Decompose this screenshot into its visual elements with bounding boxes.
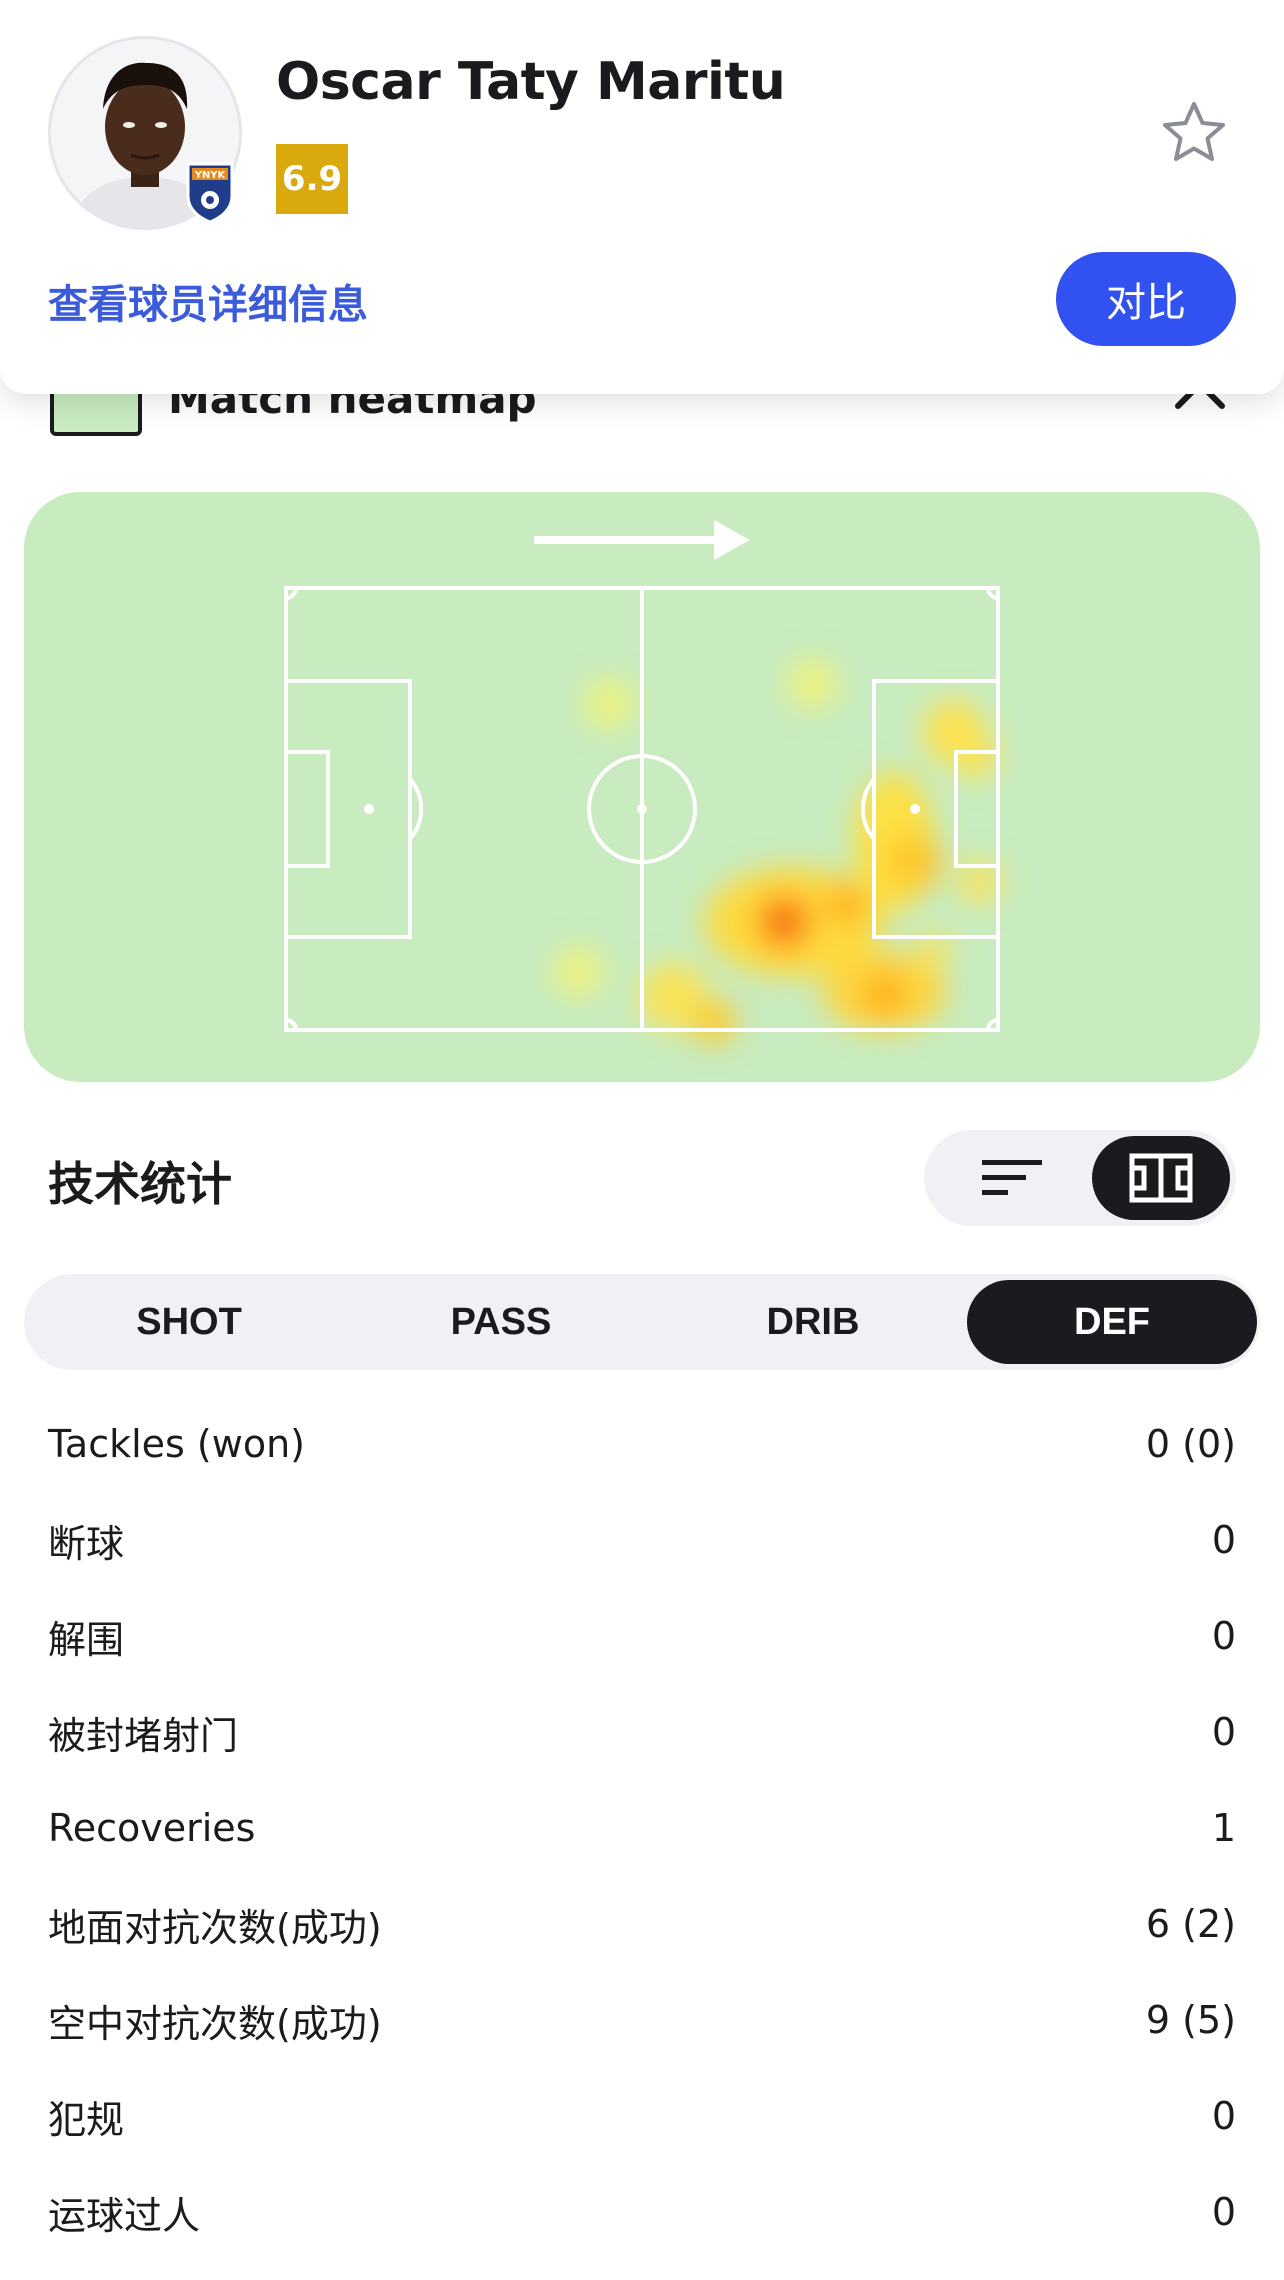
- heat-spots: [553, 658, 1001, 1044]
- tab-shot[interactable]: SHOT: [44, 1280, 334, 1364]
- compare-button[interactable]: 对比: [1056, 252, 1236, 346]
- team-badge-text: YNYK: [194, 170, 227, 181]
- stat-row-interceptions: 断球 0: [48, 1492, 1236, 1588]
- stat-label: 空中对抗次数(成功): [48, 2001, 382, 2046]
- attack-direction-arrow-icon: [534, 520, 750, 560]
- stat-row-tackles: Tackles (won) 0 (0): [48, 1396, 1236, 1492]
- list-icon: [982, 1160, 1042, 1195]
- stats-title: 技术统计: [48, 1157, 232, 1211]
- stat-label: Recoveries: [48, 1806, 256, 1850]
- list-view-button[interactable]: [952, 1138, 1072, 1218]
- stat-value: 0: [1211, 2094, 1236, 2138]
- stat-value: 9 (5): [1145, 1998, 1236, 2042]
- heatmap-pitch: [24, 492, 1260, 1082]
- player-header-card: YNYK Oscar Taty Maritu 6.9 查看球员详细信息 对比: [0, 0, 1284, 394]
- stat-value: 1: [1211, 1806, 1236, 1850]
- team-badge-icon: YNYK: [186, 162, 234, 224]
- favorite-star-icon[interactable]: [1160, 98, 1228, 166]
- stat-row-ground-duels: 地面对抗次数(成功) 6 (2): [48, 1876, 1236, 1972]
- player-name: Oscar Taty Maritu: [276, 52, 786, 112]
- stat-category-tabs: SHOT PASS DRIB DEF: [24, 1274, 1260, 1370]
- stat-row-fouls: 犯规 0: [48, 2068, 1236, 2164]
- stat-label: 断球: [48, 1521, 125, 1566]
- stat-value: 0: [1211, 2190, 1236, 2234]
- stat-value: 0: [1211, 1710, 1236, 1754]
- pitch-icon: [1129, 1153, 1193, 1203]
- tab-def[interactable]: DEF: [967, 1280, 1257, 1364]
- view-toggle: [924, 1130, 1236, 1226]
- tab-pass[interactable]: PASS: [356, 1280, 646, 1364]
- stat-value: 0: [1211, 1518, 1236, 1562]
- stat-value: 0: [1211, 1614, 1236, 1658]
- stat-row-dribbled-past: 运球过人 0: [48, 2164, 1236, 2260]
- stat-label: 被封堵射门: [48, 1713, 239, 1758]
- player-details-link[interactable]: 查看球员详细信息: [48, 272, 368, 330]
- stat-label: Tackles (won): [48, 1422, 305, 1466]
- stat-label: 犯规: [48, 2097, 125, 2142]
- rating-badge: 6.9: [276, 144, 348, 214]
- stat-label: 运球过人: [48, 2193, 201, 2238]
- stat-row-recoveries: Recoveries 1: [48, 1780, 1236, 1876]
- stat-label: 地面对抗次数(成功): [48, 1905, 382, 1950]
- stat-row-aerial-duels: 空中对抗次数(成功) 9 (5): [48, 1972, 1236, 2068]
- stat-label: 解围: [48, 1617, 125, 1662]
- pitch-view-button[interactable]: [1092, 1136, 1230, 1220]
- stat-row-blocked-shots: 被封堵射门 0: [48, 1684, 1236, 1780]
- stat-value: 6 (2): [1145, 1902, 1236, 1946]
- tab-drib[interactable]: DRIB: [668, 1280, 958, 1364]
- stat-row-clearances: 解围 0: [48, 1588, 1236, 1684]
- stat-value: 0 (0): [1145, 1422, 1236, 1466]
